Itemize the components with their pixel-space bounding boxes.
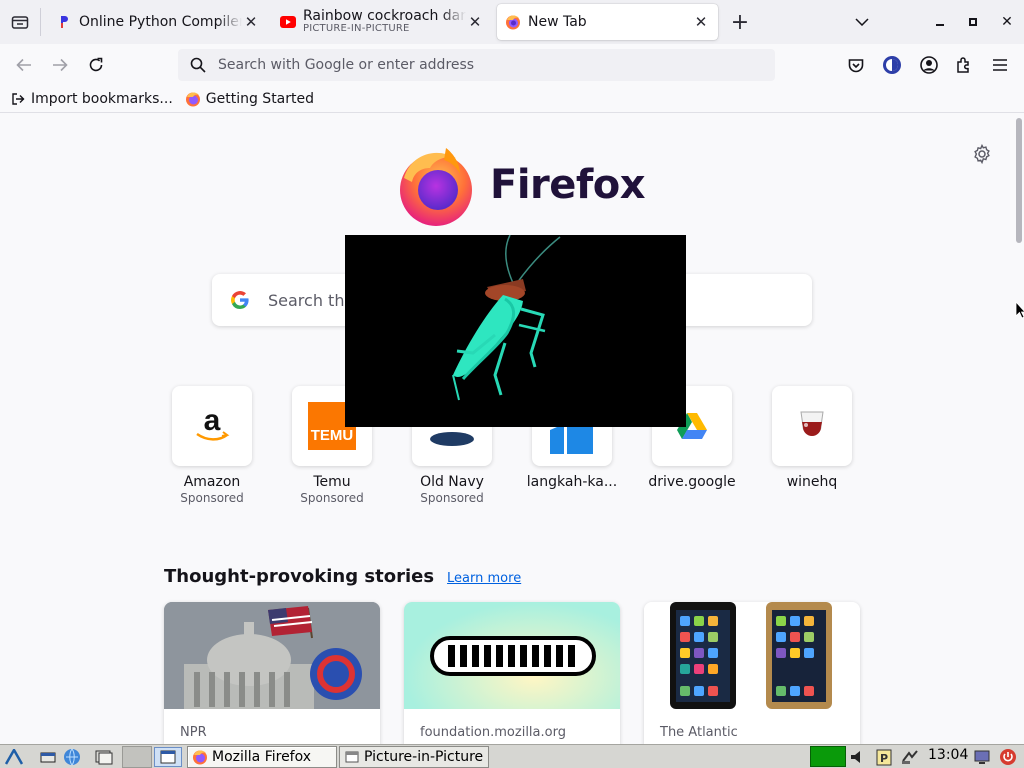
tab-python-compiler[interactable]: Online Python Compiler ✕ xyxy=(48,4,268,40)
story-source: NPR xyxy=(180,725,207,740)
new-tab-page: Firefox a Amazon Sponsored TEMU Temu Spo… xyxy=(0,114,1024,744)
story-card-mozilla-foundation[interactable]: foundation.mozilla.org xyxy=(404,602,620,744)
file-manager-icon[interactable] xyxy=(94,747,114,767)
tab-close-icon[interactable]: ✕ xyxy=(692,13,710,31)
shortcut-name: winehq xyxy=(786,474,838,490)
list-all-tabs-icon[interactable] xyxy=(849,9,875,35)
bookmark-label: Import bookmarks... xyxy=(31,91,173,107)
vpn-icon[interactable] xyxy=(878,51,906,79)
story-image xyxy=(164,602,380,709)
shortcut-amazon[interactable]: a Amazon Sponsored xyxy=(164,386,260,505)
firefox-icon xyxy=(505,14,521,30)
search-icon xyxy=(178,57,218,73)
firefox-logo xyxy=(396,144,476,228)
minimize-all-icon[interactable] xyxy=(38,747,58,767)
volume-icon[interactable] xyxy=(848,747,868,767)
scrollbar[interactable] xyxy=(1014,116,1022,742)
tab-rainbow-cockroach[interactable]: Rainbow cockroach danc PICTURE-IN-PICTUR… xyxy=(272,4,492,40)
pocket-icon[interactable] xyxy=(842,51,870,79)
sponsored-label: Sponsored xyxy=(180,491,244,505)
import-icon xyxy=(10,91,26,107)
story-image xyxy=(404,602,620,709)
tab-list-icon[interactable] xyxy=(6,9,34,35)
firefox-icon xyxy=(192,749,208,765)
desktop-pager[interactable] xyxy=(122,746,152,768)
story-source: The Atlantic xyxy=(660,725,738,740)
shortcut-name: Old Navy xyxy=(420,474,484,490)
bookmark-label: Getting Started xyxy=(205,91,315,107)
learn-more-link[interactable]: Learn more xyxy=(447,571,521,586)
tab-title: Online Python Compiler xyxy=(79,14,242,30)
network-icon[interactable] xyxy=(900,747,920,767)
screen-lock-icon[interactable] xyxy=(972,747,992,767)
forward-icon[interactable] xyxy=(46,51,74,79)
sponsored-label: Sponsored xyxy=(300,491,364,505)
clipboard-icon[interactable]: P xyxy=(874,747,894,767)
task-picture-in-picture[interactable]: Picture-in-Picture xyxy=(339,746,489,768)
sponsored-label: Sponsored xyxy=(420,491,484,505)
scroll-thumb[interactable] xyxy=(1016,118,1022,243)
story-source: foundation.mozilla.org xyxy=(420,725,566,740)
close-window-button[interactable]: ✕ xyxy=(994,9,1020,35)
tab-strip: Online Python Compiler ✕ Rainbow cockroa… xyxy=(0,0,1024,44)
bookmarks-toolbar: Import bookmarks... Getting Started xyxy=(0,86,1024,113)
winehq-icon xyxy=(772,386,852,466)
mouse-cursor xyxy=(1015,300,1024,319)
start-menu-icon[interactable] xyxy=(4,747,24,767)
window-icon xyxy=(344,749,360,765)
tab-title: Rainbow cockroach danc xyxy=(303,8,466,24)
google-icon xyxy=(212,290,268,310)
shortcut-winehq[interactable]: winehq xyxy=(764,386,860,491)
shortcut-name: Amazon xyxy=(183,474,241,490)
bookmark-getting-started[interactable]: Getting Started xyxy=(185,91,314,107)
story-card-npr[interactable]: NPR xyxy=(164,602,380,744)
story-image xyxy=(644,602,860,709)
bookmark-import[interactable]: Import bookmarks... xyxy=(10,91,173,107)
tab-pip-label: PICTURE-IN-PICTURE xyxy=(303,22,410,34)
shortcut-name: Temu xyxy=(313,474,351,490)
reload-icon[interactable] xyxy=(82,51,110,79)
clock[interactable]: 13:04 xyxy=(928,747,968,763)
story-card-the-atlantic[interactable]: The Atlantic xyxy=(644,602,860,744)
browser-launcher-icon[interactable] xyxy=(62,747,82,767)
firefox-icon xyxy=(185,91,201,107)
youtube-icon xyxy=(280,14,296,30)
new-tab-button[interactable]: + xyxy=(728,9,752,35)
maximize-button[interactable] xyxy=(960,9,986,35)
desktop-1-icon[interactable] xyxy=(154,747,182,767)
cpu-monitor xyxy=(810,746,846,767)
svg-text:a: a xyxy=(204,408,221,437)
nav-bar xyxy=(0,44,1024,86)
shortcut-name: langkah-ka... xyxy=(526,474,618,490)
power-icon[interactable] xyxy=(998,747,1018,767)
extensions-icon[interactable] xyxy=(950,51,978,79)
cockroach-video-frame xyxy=(452,234,561,401)
svg-text:P: P xyxy=(880,752,888,765)
programiz-icon xyxy=(56,14,72,30)
task-mozilla-firefox[interactable]: Mozilla Firefox xyxy=(187,746,337,768)
task-label: Mozilla Firefox xyxy=(212,749,312,765)
task-label: Picture-in-Picture xyxy=(364,749,484,765)
tab-separator xyxy=(40,8,41,36)
stories-heading: Thought-provoking stories xyxy=(164,566,435,587)
account-icon[interactable] xyxy=(915,51,943,79)
picture-in-picture-window[interactable] xyxy=(345,234,686,427)
firefox-wordmark: Firefox xyxy=(490,162,646,208)
amazon-icon: a xyxy=(172,386,252,466)
tab-title: New Tab xyxy=(528,14,587,30)
address-bar[interactable] xyxy=(178,49,775,81)
gear-icon[interactable] xyxy=(972,143,994,166)
tab-close-icon[interactable]: ✕ xyxy=(466,13,484,31)
tab-close-icon[interactable]: ✕ xyxy=(242,13,260,31)
address-input[interactable] xyxy=(218,57,775,73)
shortcut-name: drive.google xyxy=(648,474,736,490)
taskbar: Mozilla Firefox Picture-in-Picture P 13:… xyxy=(0,744,1024,768)
tab-new-tab[interactable]: New Tab ✕ xyxy=(497,4,718,40)
minimize-button[interactable] xyxy=(927,9,953,35)
back-icon[interactable] xyxy=(10,51,38,79)
stories-header: Thought-provoking stories Learn more xyxy=(164,566,521,587)
menu-icon[interactable] xyxy=(986,51,1014,79)
